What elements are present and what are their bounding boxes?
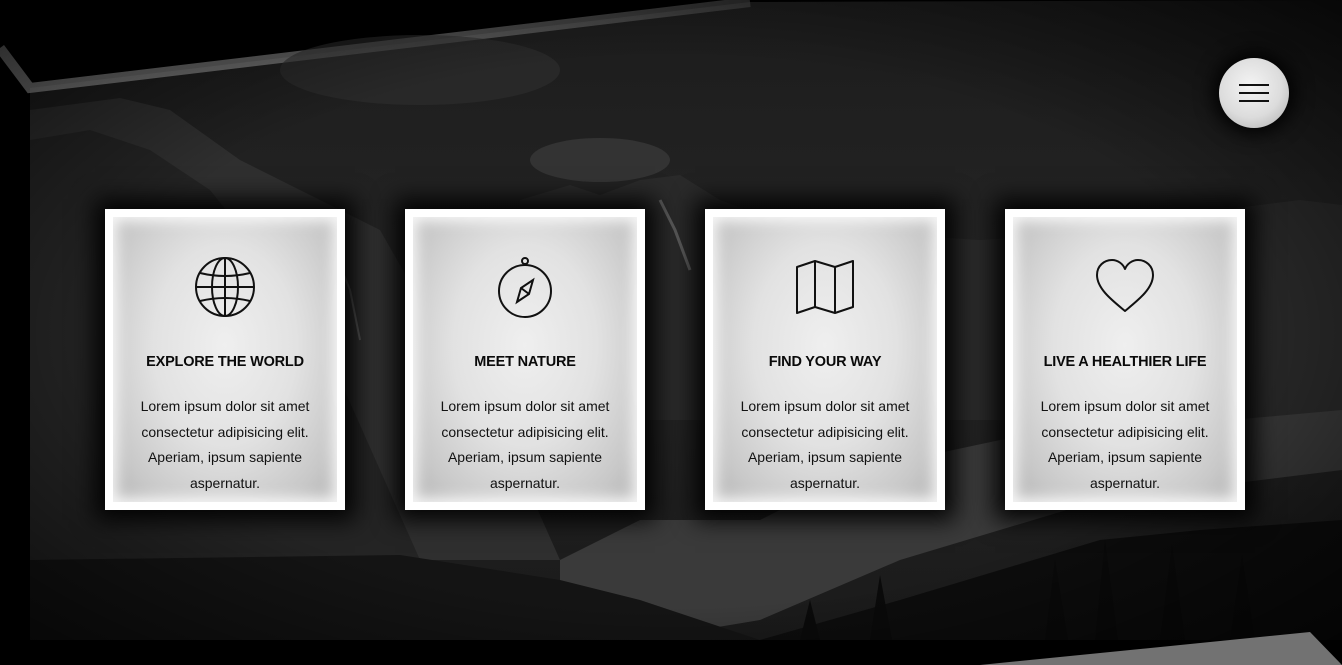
card-inner: LIVE A HEALTHIER LIFE Lorem ipsum dolor … xyxy=(1013,217,1237,502)
card-description: Lorem ipsum dolor sit amet consectetur a… xyxy=(740,398,910,491)
menu-button[interactable] xyxy=(1219,58,1289,128)
card-description: Lorem ipsum dolor sit amet consectetur a… xyxy=(440,398,610,491)
globe-icon xyxy=(193,255,257,319)
feature-card-nature[interactable]: MEET NATURE Lorem ipsum dolor sit amet c… xyxy=(405,209,645,510)
card-inner: MEET NATURE Lorem ipsum dolor sit amet c… xyxy=(413,217,637,502)
feature-card-healthier-life[interactable]: LIVE A HEALTHIER LIFE Lorem ipsum dolor … xyxy=(1005,209,1245,510)
card-title: MEET NATURE xyxy=(474,354,576,370)
card-description: Lorem ipsum dolor sit amet consectetur a… xyxy=(140,398,310,491)
compass-icon xyxy=(493,255,557,319)
feature-card-find-way[interactable]: FIND YOUR WAY Lorem ipsum dolor sit amet… xyxy=(705,209,945,510)
card-inner: FIND YOUR WAY Lorem ipsum dolor sit amet… xyxy=(713,217,937,502)
feature-card-explore[interactable]: EXPLORE THE WORLD Lorem ipsum dolor sit … xyxy=(105,209,345,510)
hamburger-bar xyxy=(1239,100,1269,102)
card-description: Lorem ipsum dolor sit amet consectetur a… xyxy=(1040,398,1210,491)
hamburger-bar xyxy=(1239,84,1269,86)
card-inner: EXPLORE THE WORLD Lorem ipsum dolor sit … xyxy=(113,217,337,502)
card-title: LIVE A HEALTHIER LIFE xyxy=(1043,354,1207,370)
heart-icon xyxy=(1093,255,1157,319)
hamburger-bar xyxy=(1239,92,1269,94)
card-title: EXPLORE THE WORLD xyxy=(146,354,304,370)
feature-cards: EXPLORE THE WORLD Lorem ipsum dolor sit … xyxy=(105,209,1245,510)
card-title: FIND YOUR WAY xyxy=(768,354,882,370)
map-icon xyxy=(793,255,857,319)
